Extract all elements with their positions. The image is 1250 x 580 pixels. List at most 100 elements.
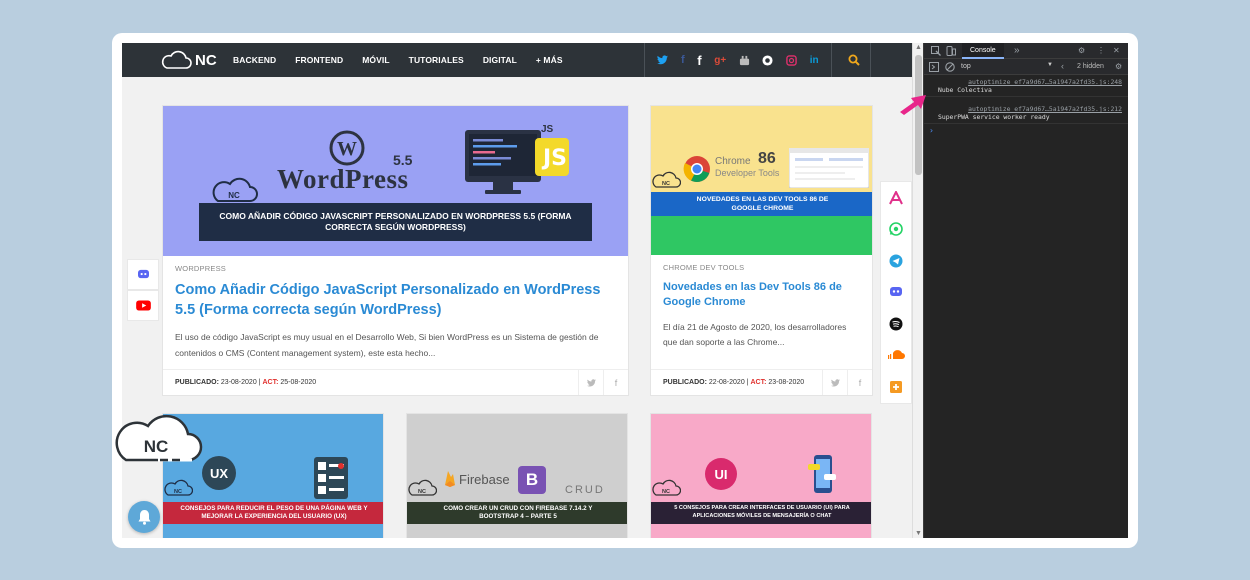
updated-date: 25-08-2020	[280, 379, 317, 386]
alpha-icon[interactable]	[881, 182, 911, 214]
firebase-image-banner: COMO CREAR UN CRUD CON FIREBASE 7.14.2 Y…	[407, 502, 627, 524]
tab-console[interactable]: Console	[962, 43, 1004, 59]
log-source-link[interactable]: autoptimize_ef7a9d67…5a1947a2fd35.js:212	[938, 105, 1122, 113]
svg-text:NC: NC	[662, 181, 670, 187]
menu-item-backend[interactable]: BACKEND	[233, 55, 276, 65]
kebab-menu-icon[interactable]: ⋮	[1097, 46, 1105, 55]
brand-cloud-logo: NC	[115, 414, 203, 462]
js-badge-big: JS	[543, 146, 568, 171]
svg-text:W: W	[337, 138, 357, 160]
youtube-icon[interactable]	[127, 290, 159, 321]
facebook-icon[interactable]: f	[681, 54, 685, 66]
ux-image-banner: CONSEJOS PARA REDUCIR EL PESO DE UNA PÁG…	[163, 502, 383, 524]
logo-text: NC	[195, 51, 217, 69]
share-facebook-icon[interactable]: f	[603, 370, 628, 395]
updated-date: 23-08-2020	[768, 379, 805, 386]
ux-badge: UX	[202, 456, 236, 490]
scroll-up-icon[interactable]: ▲	[915, 44, 922, 51]
more-tabs-icon[interactable]: »	[1014, 45, 1020, 56]
featured-post-card[interactable]: NC W WordPress 5.5 JS JS COMO AÑADIR CÓD…	[162, 105, 629, 396]
linkedin-icon[interactable]: in	[810, 55, 819, 66]
left-share-bar	[127, 259, 159, 321]
devtools-panel: Console » ⚙ ⋮ ✕ top ▼ ‹ 2 hidden ⚙ autop…	[923, 43, 1128, 538]
share-twitter-icon[interactable]	[578, 370, 603, 395]
whatsapp-icon[interactable]	[881, 214, 911, 246]
clear-console-icon[interactable]	[945, 62, 955, 72]
checklist-illustration	[314, 457, 348, 499]
settings-gear-icon[interactable]: ⚙	[1078, 46, 1085, 55]
firebase-post-card[interactable]: Firebase B CRUD NC COMO CREAR UN CRUD CO…	[406, 413, 628, 538]
search-button[interactable]	[838, 43, 871, 77]
devtools-version-number: 86	[758, 150, 776, 167]
cloud-logo-icon	[161, 50, 192, 69]
meta-separator: |	[258, 379, 261, 386]
bookmark-plus-icon[interactable]	[881, 371, 911, 403]
discord-icon[interactable]	[127, 259, 159, 290]
site-logo[interactable]: NC	[160, 50, 222, 70]
menu-item-frontend[interactable]: FRONTEND	[295, 55, 343, 65]
svg-text:NC: NC	[144, 437, 169, 456]
device-toolbar-icon[interactable]	[946, 46, 956, 56]
right-share-bar	[880, 181, 912, 404]
menu-item-mas[interactable]: + MÁS	[536, 55, 563, 65]
youtube-icon[interactable]	[739, 55, 750, 66]
chrome-image-banner: NOVEDADES EN LAS DEV TOOLS 86 DE GOOGLE …	[651, 192, 872, 216]
notification-bell-button[interactable]	[128, 501, 160, 533]
sidebar-toggle-icon[interactable]	[929, 62, 939, 72]
post-title[interactable]: Como Añadir Código JavaScript Personaliz…	[175, 281, 616, 320]
post-excerpt: El día 21 de Agosto de 2020, los desarro…	[663, 321, 847, 348]
chevron-left-icon[interactable]: ‹	[1061, 61, 1064, 71]
console-settings-gear-icon[interactable]: ⚙	[1115, 62, 1122, 71]
post-category[interactable]: WORDPRESS	[175, 264, 616, 273]
chrome-post-card[interactable]: Chrome Developer Tools 86 NC NOVEDADES E…	[650, 105, 873, 396]
discord-icon[interactable]	[881, 277, 911, 309]
nc-cloud-icon: NC	[212, 177, 258, 202]
telegram-icon[interactable]	[881, 245, 911, 277]
devtools-image-text: Developer Tools	[715, 168, 780, 178]
google-plus-icon[interactable]: g+	[714, 55, 726, 66]
scroll-down-icon[interactable]: ▼	[915, 530, 922, 537]
soundcloud-icon[interactable]	[881, 340, 911, 372]
twitter-icon[interactable]	[657, 55, 669, 65]
featured-post-image[interactable]: NC W WordPress 5.5 JS JS COMO AÑADIR CÓD…	[163, 106, 628, 256]
website-viewport: NC BACKEND FRONTEND MÓVIL TUTORIALES DIG…	[122, 43, 912, 538]
log-source-link[interactable]: autoptimize_ef7a9d67…5a1947a2fd35.js:248	[938, 78, 1122, 86]
menu-item-digital[interactable]: DIGITAL	[483, 55, 517, 65]
firebase-label: Firebase	[459, 472, 510, 487]
menu-item-tutoriales[interactable]: TUTORIALES	[409, 55, 464, 65]
svg-text:NC: NC	[174, 489, 182, 495]
ui-post-card[interactable]: UI NC 5 CONSEJOS PARA CREAR INTERFACES D…	[650, 413, 872, 538]
chevron-down-icon[interactable]: ▼	[1047, 62, 1053, 68]
post-title[interactable]: Novedades en las Dev Tools 86 de Google …	[663, 280, 860, 310]
page-scrollbar[interactable]: ▲ ▼	[912, 43, 923, 538]
devtools-tabbar: Console » ⚙ ⋮ ✕	[924, 43, 1128, 59]
close-icon[interactable]: ✕	[1113, 46, 1120, 55]
spotify-icon[interactable]	[881, 308, 911, 340]
featured-image-banner: COMO AÑADIR CÓDIGO JAVASCRIPT PERSONALIZ…	[199, 203, 592, 241]
post-category[interactable]: CHROME DEV TOOLS	[663, 263, 860, 272]
js-badge-label: JS	[541, 124, 554, 135]
post-share-buttons: f	[578, 370, 628, 395]
post-meta: PUBLICADO: 23-08-2020 | ACT: 25-08-2020 …	[163, 369, 628, 395]
chrome-post-image[interactable]: Chrome Developer Tools 86 NC NOVEDADES E…	[651, 106, 872, 255]
post-excerpt: El uso de código JavaScript es muy usual…	[175, 332, 599, 358]
menu-item-movil[interactable]: MÓVIL	[362, 55, 389, 65]
svg-text:NC: NC	[228, 191, 240, 200]
bell-icon	[138, 510, 150, 525]
inspect-element-icon[interactable]	[931, 46, 941, 56]
search-icon	[848, 54, 860, 66]
ui-image-banner: 5 CONSEJOS PARA CREAR INTERFACES DE USUA…	[651, 502, 871, 524]
screenshot-frame: NC BACKEND FRONTEND MÓVIL TUTORIALES DIG…	[112, 33, 1138, 548]
meta-separator: |	[746, 379, 749, 386]
main-menu: BACKEND FRONTEND MÓVIL TUTORIALES DIGITA…	[222, 55, 571, 65]
share-twitter-icon[interactable]	[822, 370, 847, 395]
github-icon[interactable]	[762, 54, 774, 66]
phone-chat-illustration	[808, 455, 836, 493]
hidden-messages-count[interactable]: 2 hidden	[1077, 63, 1104, 70]
share-facebook-icon[interactable]: f	[847, 370, 872, 395]
facebook-f-icon[interactable]: f	[697, 53, 701, 68]
instagram-icon[interactable]	[786, 54, 797, 66]
console-prompt[interactable]: ›	[924, 124, 1128, 135]
log-message: Nube Colectiva	[938, 86, 992, 94]
context-selector[interactable]: top	[961, 63, 971, 70]
